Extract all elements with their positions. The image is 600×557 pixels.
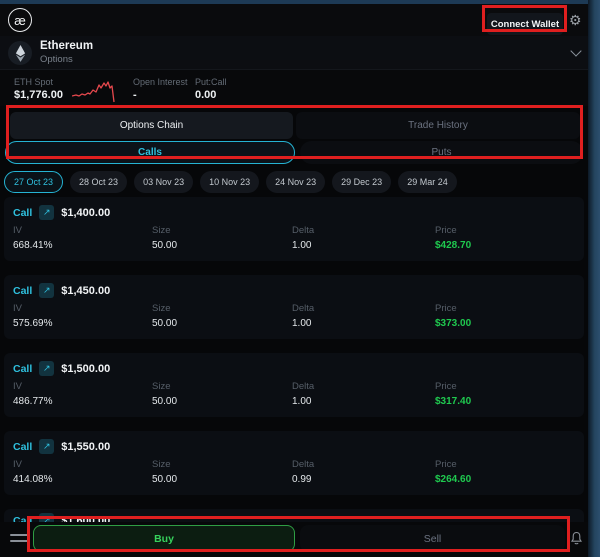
aevo-logo-icon[interactable]: æ xyxy=(8,8,32,32)
external-link-icon[interactable]: ↗ xyxy=(39,205,54,220)
expiry-pill[interactable]: 03 Nov 23 xyxy=(134,171,193,193)
expiry-pill[interactable]: 24 Nov 23 xyxy=(266,171,325,193)
expiry-pill[interactable]: 29 Dec 23 xyxy=(332,171,391,193)
iv-value: 414.08% xyxy=(13,474,52,485)
size-value: 50.00 xyxy=(152,318,177,329)
option-type-label: Call xyxy=(13,207,32,219)
delta-label: Delta xyxy=(292,225,314,236)
desktop-background: æ Connect Wallet ⚙ Ethereum Options ETH … xyxy=(0,0,600,557)
sell-button[interactable]: Sell xyxy=(300,525,565,552)
stats-row: ETH Spot $1,776.00 Open Interest - Put:C… xyxy=(0,70,588,106)
price-label: Price xyxy=(435,225,457,236)
price-label: Price xyxy=(435,303,457,314)
market-header[interactable]: Ethereum Options xyxy=(0,36,588,70)
chevron-down-icon[interactable] xyxy=(570,45,581,56)
strike-price: $1,550.00 xyxy=(61,441,110,453)
eth-spot-label: ETH Spot xyxy=(14,77,53,87)
app-window: æ Connect Wallet ⚙ Ethereum Options ETH … xyxy=(0,4,588,557)
strike-price: $1,450.00 xyxy=(61,285,110,297)
delta-value: 1.00 xyxy=(292,396,311,407)
connect-wallet-button[interactable]: Connect Wallet xyxy=(487,13,563,35)
menu-icon[interactable] xyxy=(10,534,28,546)
put-call-value: 0.00 xyxy=(195,89,216,101)
expiry-pill[interactable]: 10 Nov 23 xyxy=(200,171,259,193)
delta-value: 1.00 xyxy=(292,240,311,251)
expiry-pill[interactable]: 29 Mar 24 xyxy=(398,171,457,193)
size-label: Size xyxy=(152,459,170,470)
market-subtitle: Options xyxy=(40,54,73,65)
strike-price: $1,400.00 xyxy=(61,207,110,219)
iv-value: 575.69% xyxy=(13,318,52,329)
open-interest-label: Open Interest xyxy=(133,77,188,87)
option-row[interactable]: Call ↗ $1,550.00 IV 414.08% Size 50.00 D… xyxy=(4,431,584,495)
size-value: 50.00 xyxy=(152,474,177,485)
gear-icon[interactable]: ⚙ xyxy=(569,12,582,28)
price-value: $373.00 xyxy=(435,318,471,329)
size-value: 50.00 xyxy=(152,396,177,407)
expiry-pill[interactable]: 28 Oct 23 xyxy=(70,171,127,193)
tab-trade-history[interactable]: Trade History xyxy=(296,112,580,139)
option-row[interactable]: Call ↗ $1,450.00 IV 575.69% Size 50.00 D… xyxy=(4,275,584,339)
delta-label: Delta xyxy=(292,303,314,314)
size-label: Size xyxy=(152,381,170,392)
price-value: $428.70 xyxy=(435,240,471,251)
external-link-icon[interactable]: ↗ xyxy=(39,439,54,454)
delta-label: Delta xyxy=(292,381,314,392)
price-label: Price xyxy=(435,459,457,470)
expiry-pill[interactable]: 27 Oct 23 xyxy=(4,171,63,193)
external-link-icon[interactable]: ↗ xyxy=(39,283,54,298)
size-label: Size xyxy=(152,225,170,236)
size-value: 50.00 xyxy=(152,240,177,251)
eth-spot-value: $1,776.00 xyxy=(14,89,63,101)
notifications-bell-icon[interactable] xyxy=(570,531,583,546)
iv-label: IV xyxy=(13,225,22,236)
bottom-action-bar: Buy Sell xyxy=(0,522,588,557)
desktop-right-strip xyxy=(588,0,600,557)
top-bar: æ Connect Wallet ⚙ xyxy=(0,4,588,36)
expiry-pill-row: 27 Oct 23 28 Oct 23 03 Nov 23 10 Nov 23 … xyxy=(4,171,584,193)
ethereum-icon xyxy=(8,41,32,65)
price-label: Price xyxy=(435,381,457,392)
price-sparkline xyxy=(72,78,116,104)
option-type-label: Call xyxy=(13,285,32,297)
delta-value: 1.00 xyxy=(292,318,311,329)
put-call-label: Put:Call xyxy=(195,77,227,87)
delta-label: Delta xyxy=(292,459,314,470)
price-value: $317.40 xyxy=(435,396,471,407)
toggle-calls[interactable]: Calls xyxy=(5,141,295,164)
external-link-icon[interactable]: ↗ xyxy=(39,361,54,376)
option-type-label: Call xyxy=(13,363,32,375)
price-value: $264.60 xyxy=(435,474,471,485)
iv-value: 668.41% xyxy=(13,240,52,251)
delta-value: 0.99 xyxy=(292,474,311,485)
iv-label: IV xyxy=(13,303,22,314)
toggle-puts[interactable]: Puts xyxy=(300,141,583,164)
strike-price: $1,500.00 xyxy=(61,363,110,375)
iv-label: IV xyxy=(13,381,22,392)
iv-label: IV xyxy=(13,459,22,470)
open-interest-value: - xyxy=(133,89,137,101)
size-label: Size xyxy=(152,303,170,314)
market-name: Ethereum xyxy=(40,40,93,52)
option-row[interactable]: Call ↗ $1,500.00 IV 486.77% Size 50.00 D… xyxy=(4,353,584,417)
buy-button[interactable]: Buy xyxy=(33,525,295,552)
option-row[interactable]: Call ↗ $1,400.00 IV 668.41% Size 50.00 D… xyxy=(4,197,584,261)
tab-options-chain[interactable]: Options Chain xyxy=(10,112,293,139)
option-type-label: Call xyxy=(13,441,32,453)
iv-value: 486.77% xyxy=(13,396,52,407)
